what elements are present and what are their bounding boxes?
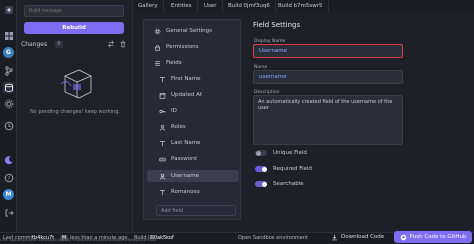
nav-label: General Settings <box>166 28 212 34</box>
entity-settings-nav: General Settings Permissions Fields Firs… <box>143 19 241 220</box>
nav-label: Fields <box>166 60 182 66</box>
push-to-github-button[interactable]: Push Code to GitHub <box>394 231 472 243</box>
changes-panel: Rebuild Changes 0 No pending changes! ke… <box>17 0 133 232</box>
tab-build-1[interactable]: Build 0jmf3uq6 <box>223 0 276 12</box>
push-label: Push Code to GitHub <box>409 234 467 240</box>
build-message-input[interactable] <box>24 5 124 17</box>
required-field-toggle[interactable]: Required Field <box>255 166 312 172</box>
nav-label: Permissions <box>166 44 199 50</box>
changes-title: Changes <box>21 41 48 48</box>
display-name-field[interactable]: Username <box>253 44 403 58</box>
lock-icon <box>155 44 160 51</box>
history-icon[interactable] <box>3 120 14 131</box>
field-label: Romanoso <box>171 189 200 195</box>
empty-state-text: No pending changes! keep working. <box>30 109 120 115</box>
field-label: Last Name <box>171 140 201 146</box>
toggle-label: Searchable <box>273 181 304 187</box>
nav-general-settings[interactable]: General Settings <box>147 25 239 37</box>
field-label: Password <box>171 156 197 162</box>
grid-icon[interactable] <box>3 30 14 41</box>
settings-icon[interactable] <box>3 98 14 109</box>
unique-field-toggle[interactable]: Unique Field <box>255 150 307 156</box>
field-label: First Name <box>171 76 201 82</box>
github-icon <box>400 234 406 240</box>
tab-bar: Gallery Entities User Build 0jmf3uq6 Bui… <box>133 0 474 12</box>
field-item-password[interactable]: Password <box>147 153 239 165</box>
changes-header: Changes <box>21 41 47 48</box>
user-icon <box>159 173 166 180</box>
roles-icon <box>159 124 166 131</box>
icon-rail: G ? M <box>0 0 17 232</box>
download-icon <box>332 234 337 240</box>
field-item-id[interactable]: ID <box>147 105 239 117</box>
toggle-label: Required Field <box>273 166 312 172</box>
unique-field-switch[interactable] <box>255 150 267 156</box>
text-icon <box>160 140 165 146</box>
list-icon <box>155 60 160 66</box>
download-label: Download Code <box>341 234 385 240</box>
download-code-button[interactable]: Download Code <box>331 231 384 243</box>
text-icon <box>160 189 165 195</box>
field-label: ID <box>171 108 177 114</box>
toggle-label: Unique Field <box>273 150 307 156</box>
name-field[interactable]: username <box>253 70 403 84</box>
calendar-icon <box>159 92 166 99</box>
app-logo-icon[interactable] <box>3 4 14 15</box>
searchable-switch[interactable] <box>255 181 267 187</box>
field-label: Roles <box>171 124 186 130</box>
compare-icon[interactable] <box>107 40 115 48</box>
nav-fields[interactable]: Fields <box>147 57 239 69</box>
searchable-toggle[interactable]: Searchable <box>255 181 304 187</box>
gear-icon <box>154 28 161 34</box>
required-field-switch[interactable] <box>255 166 267 172</box>
moon-icon[interactable] <box>3 154 14 165</box>
database-icon[interactable] <box>3 82 14 93</box>
field-label: Username <box>171 173 200 179</box>
svg-text:?: ? <box>7 176 10 182</box>
field-item-roles[interactable]: Roles <box>147 121 239 133</box>
key-icon <box>159 109 166 113</box>
user-avatar[interactable]: M <box>3 189 14 200</box>
nav-permissions[interactable]: Permissions <box>147 41 239 53</box>
field-item-last-name[interactable]: Last Name <box>147 137 239 149</box>
tab-build-2[interactable]: Build b7m5swr5 <box>273 0 329 12</box>
tab-gallery[interactable]: Gallery <box>133 0 164 12</box>
tab-entities[interactable]: Entities <box>166 0 198 12</box>
url-text: Live: app.amplication.com/lbsoouiy678270… <box>0 238 157 242</box>
description-field[interactable]: An automatically created field of the us… <box>253 95 403 145</box>
display-name-value: Username <box>259 48 288 54</box>
password-icon <box>159 157 166 161</box>
workspace-avatar[interactable]: G <box>3 47 14 58</box>
tab-user[interactable]: User <box>199 0 223 12</box>
field-settings-title: Field Settings <box>253 21 301 29</box>
help-icon[interactable]: ? <box>3 172 14 183</box>
name-value: username <box>259 74 287 80</box>
rebuild-button[interactable]: Rebuild <box>24 22 124 34</box>
field-item-updated-at[interactable]: Updated At <box>147 89 239 101</box>
empty-box-illustration <box>60 69 92 99</box>
text-icon <box>160 76 165 82</box>
field-item-first-name[interactable]: First Name <box>147 73 239 85</box>
field-item-romanoso[interactable]: Romanoso <box>147 186 239 198</box>
changes-badge: 0 <box>55 41 63 48</box>
field-item-username[interactable]: Username <box>147 170 239 182</box>
branch-icon[interactable] <box>3 65 14 76</box>
add-field-input[interactable]: Add field <box>156 205 236 216</box>
logout-icon[interactable] <box>3 207 14 218</box>
discard-icon[interactable] <box>119 40 127 48</box>
field-label: Updated At <box>171 92 202 98</box>
